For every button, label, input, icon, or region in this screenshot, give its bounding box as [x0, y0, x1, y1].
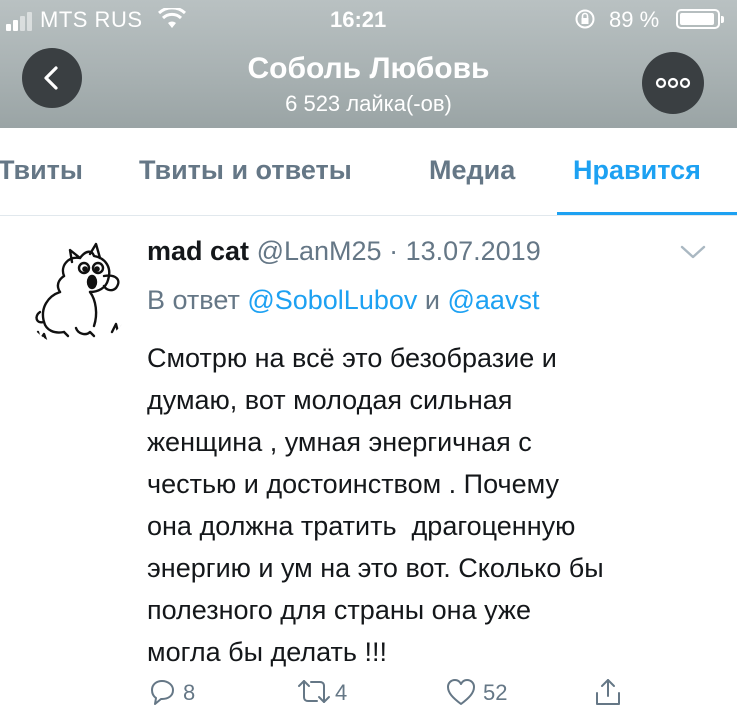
tweet-text-line: она должна тратить драгоценную [147, 511, 576, 541]
cat-avatar-icon [32, 242, 124, 342]
heart-icon [447, 679, 475, 705]
tweet-text-line: Смотрю на всё это безобразие и [147, 343, 557, 373]
tweet-text-line: полезного для страны она уже [147, 595, 531, 625]
author-handle[interactable]: @LanM25 [257, 236, 382, 266]
reply-prefix: В ответ [147, 285, 240, 315]
clock: 16:21 [330, 7, 387, 32]
like-count: 52 [483, 680, 508, 705]
tweet-header: mad cat @LanM25 · 13.07.2019 [147, 236, 541, 267]
tweet-text-line: думаю, вот молодая сильная [147, 385, 513, 415]
meta-separator: · [389, 236, 399, 266]
wifi-icon [158, 8, 186, 28]
battery-percent: 89 % [609, 7, 660, 32]
tweet-text-line: энергию и ум на это вот. Сколько бы [147, 553, 604, 583]
share-icon [596, 679, 620, 705]
carrier-name: MTS RUS [40, 7, 143, 32]
signal-icon [6, 9, 42, 31]
tweet-text-line: честью и достоинством . Почему [147, 469, 559, 499]
tab-likes[interactable]: Нравится [573, 155, 701, 186]
tweet-text: Смотрю на всё это безобразие и думаю, во… [147, 337, 722, 673]
battery-icon [676, 9, 724, 29]
rotation-lock-icon [575, 9, 595, 29]
retweet-icon [298, 680, 330, 703]
share-button[interactable] [593, 677, 623, 707]
retweet-button[interactable]: 4 [297, 677, 357, 707]
active-tab-indicator [557, 212, 737, 215]
like-button[interactable]: 52 [445, 677, 515, 707]
reply-button[interactable]: 8 [147, 677, 207, 707]
chevron-down-icon[interactable] [680, 244, 706, 260]
more-button[interactable] [642, 52, 704, 114]
tweet-text-line: женщина , умная энергичная с [147, 427, 532, 457]
author-name[interactable]: mad cat [147, 236, 249, 266]
avatar[interactable] [20, 236, 132, 348]
profile-tabs: Твиты Твиты и ответы Медиа Нравится [0, 128, 737, 216]
reply-context: В ответ @SobolLubov и @aavst [147, 285, 539, 316]
tab-media[interactable]: Медиа [429, 155, 515, 186]
reply-conjunction: и [424, 285, 440, 315]
mention-link[interactable]: @SobolLubov [247, 285, 417, 315]
profile-name: Соболь Любовь [247, 52, 490, 85]
tweet-date[interactable]: 13.07.2019 [406, 236, 541, 266]
tweet-text-line: могла бы делать !!! [147, 637, 387, 667]
likes-count: 6 523 лайка(-ов) [285, 91, 452, 116]
retweet-count: 4 [335, 680, 348, 705]
reply-icon [151, 680, 174, 705]
reply-count: 8 [183, 680, 196, 705]
mention-link[interactable]: @aavst [448, 285, 540, 315]
status-bar: MTS RUS 16:21 89 % [0, 0, 737, 40]
tab-tweets-replies[interactable]: Твиты и ответы [139, 155, 352, 186]
profile-header: MTS RUS 16:21 89 % Соболь Любовь 6 523 л… [0, 0, 737, 128]
tab-tweets[interactable]: Твиты [0, 155, 83, 186]
more-dots-icon [655, 77, 691, 89]
